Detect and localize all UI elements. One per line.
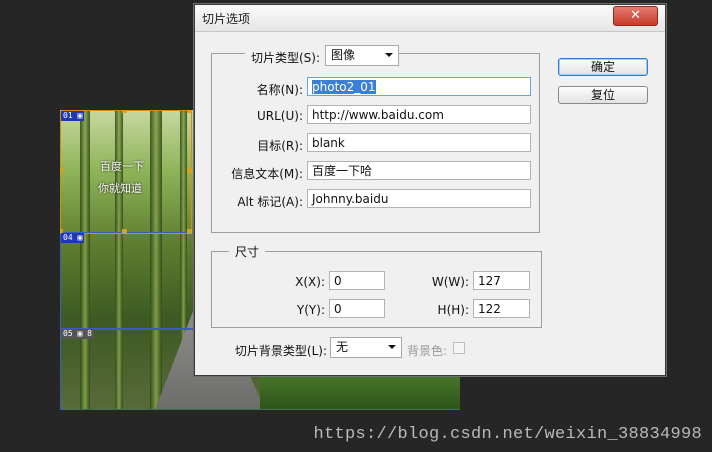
alt-tag-field[interactable]: Johnny.baidu (307, 189, 531, 208)
resize-handle[interactable] (122, 110, 127, 113)
name-field[interactable]: photo2_01 (307, 77, 531, 96)
dialog-title: 切片选项 (202, 12, 251, 26)
slice-options-dialog: 切片选项 ✕ 切片类型(S): 图像 名称(N): photo2_01 URL(… (194, 4, 666, 376)
resize-handle[interactable] (187, 229, 192, 234)
slice-tag-05: 05 ▣ 8 (61, 329, 94, 339)
alt-tag-label: Alt 标记(A): (237, 195, 303, 209)
slice-04-bounds[interactable] (60, 232, 198, 330)
resize-handle[interactable] (60, 168, 63, 173)
background-color-label: 背景色: (406, 344, 447, 358)
h-label: H(H): (437, 303, 469, 317)
close-icon: ✕ (630, 8, 641, 23)
url-field[interactable]: http://www.baidu.com (307, 105, 531, 124)
dimensions-legend: 尺寸 (229, 243, 266, 260)
resize-handle[interactable] (187, 110, 192, 113)
slice-type-value: 图像 (331, 48, 356, 62)
overlay-text-line2: 你就知道 (98, 182, 142, 195)
w-field[interactable]: 127 (473, 271, 530, 290)
y-label: Y(Y): (296, 303, 325, 317)
resize-handle[interactable] (187, 168, 192, 173)
h-field[interactable]: 122 (473, 299, 530, 318)
close-button[interactable]: ✕ (613, 6, 658, 26)
background-type-select[interactable]: 无 (330, 337, 402, 358)
message-text-field[interactable]: 百度一下哈 (307, 161, 531, 180)
name-value: photo2_01 (312, 80, 376, 94)
background-type-value: 无 (336, 340, 349, 354)
name-label: 名称(N): (256, 83, 303, 97)
chevron-down-icon (385, 53, 393, 57)
message-text-label: 信息文本(M): (231, 167, 303, 181)
reset-button[interactable]: 复位 (558, 86, 648, 104)
slice-tag-01: 01 ▣ (61, 111, 85, 121)
y-field[interactable]: 0 (329, 299, 385, 318)
background-type-label: 切片背景类型(L): (234, 344, 327, 358)
slice-tag-04: 04 ▣ (61, 233, 85, 243)
overlay-text-line1: 百度一下 (100, 160, 144, 173)
watermark: https://blog.csdn.net/weixin_38834998 (313, 425, 702, 444)
title-bar[interactable]: 切片选项 ✕ (195, 5, 665, 32)
chevron-down-icon (388, 345, 396, 349)
slice-type-select[interactable]: 图像 (325, 45, 399, 66)
slice-type-label: 切片类型(S): (245, 49, 327, 66)
url-label: URL(U): (257, 109, 303, 123)
resize-handle[interactable] (122, 229, 127, 234)
x-label: X(X): (295, 275, 325, 289)
ok-button[interactable]: 确定 (558, 58, 648, 76)
background-color-swatch[interactable] (453, 342, 465, 354)
target-label: 目标(R): (257, 139, 303, 153)
target-field[interactable]: blank (307, 133, 531, 152)
w-label: W(W): (431, 275, 469, 289)
x-field[interactable]: 0 (329, 271, 385, 290)
